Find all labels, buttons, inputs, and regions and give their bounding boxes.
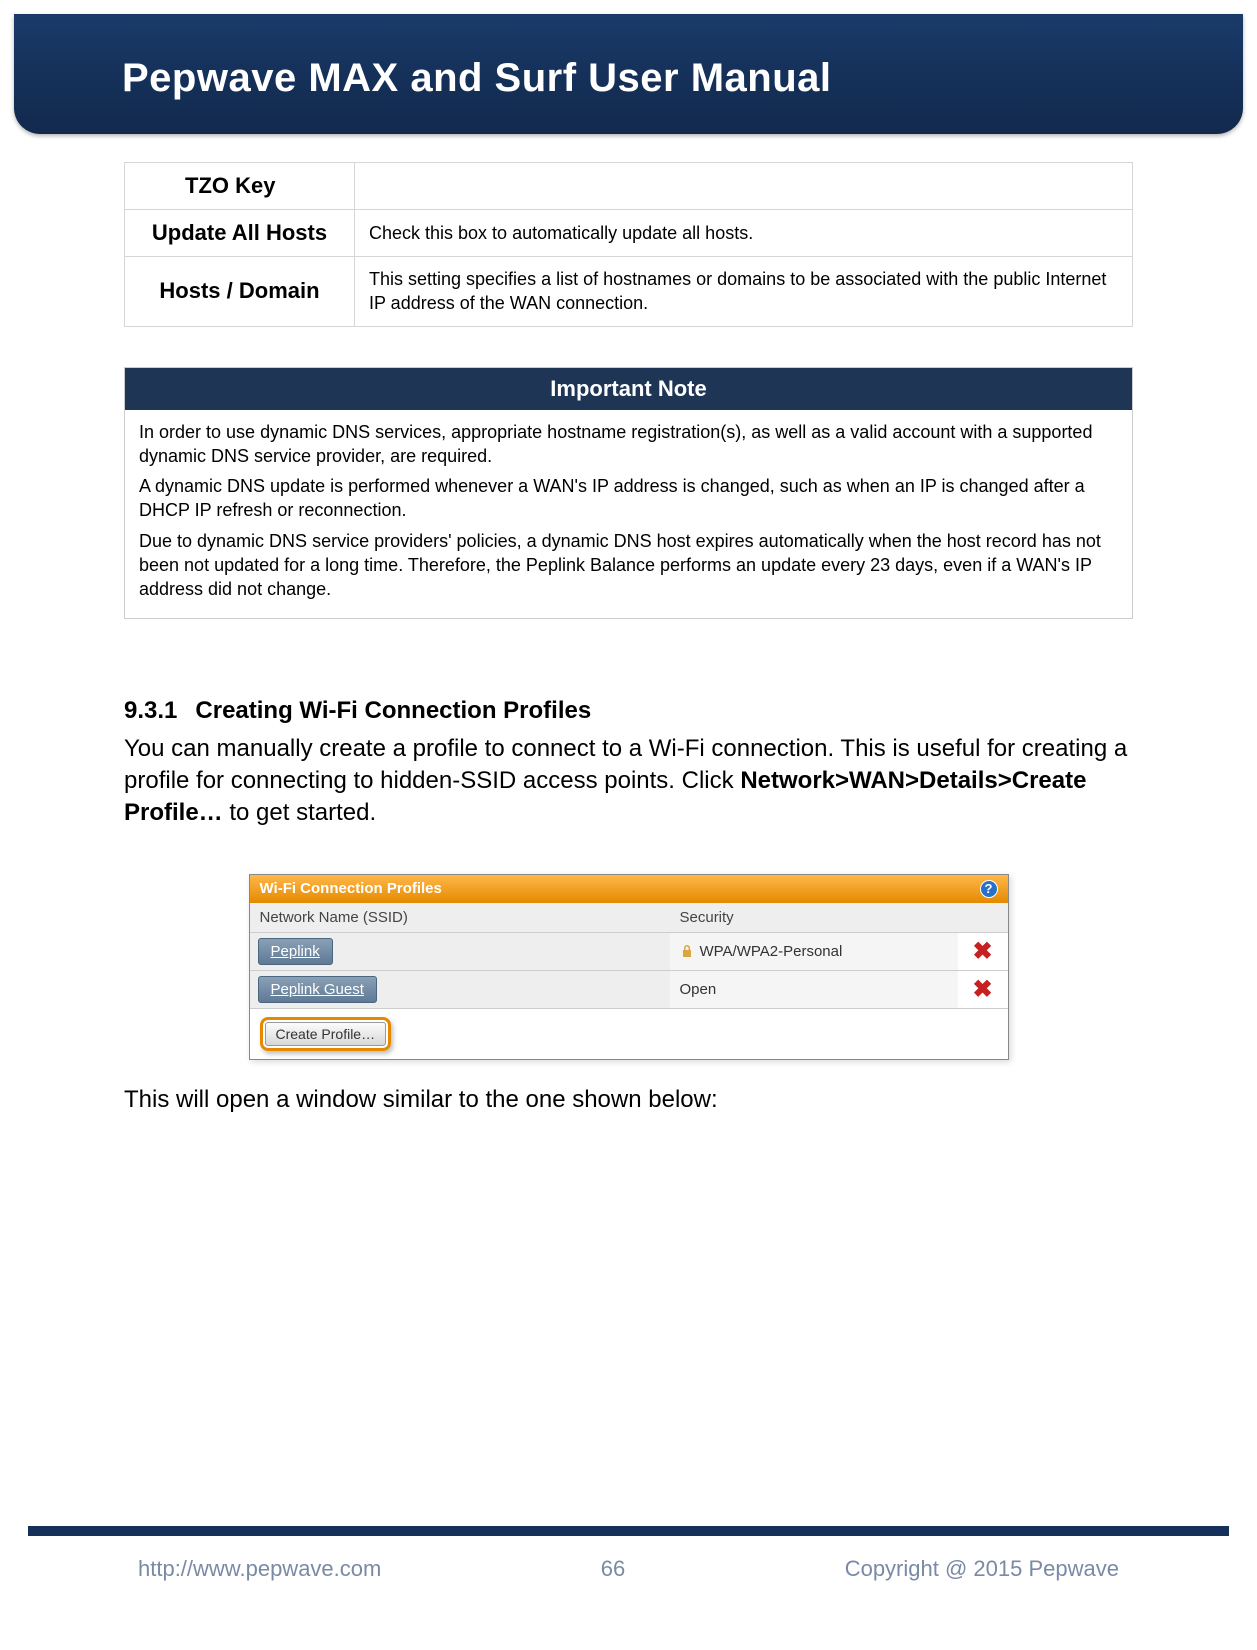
page-title: Pepwave MAX and Surf User Manual bbox=[14, 14, 1243, 101]
col-header-ssid: Network Name (SSID) bbox=[250, 903, 670, 932]
note-paragraph: In order to use dynamic DNS services, ap… bbox=[139, 420, 1118, 469]
important-note-box: Important Note In order to use dynamic D… bbox=[124, 367, 1133, 619]
note-paragraph: Due to dynamic DNS service providers' po… bbox=[139, 529, 1118, 602]
page-footer: http://www.pepwave.com 66 Copyright @ 20… bbox=[28, 1526, 1229, 1582]
note-body: In order to use dynamic DNS services, ap… bbox=[125, 410, 1132, 618]
wifi-connection-profiles-panel: Wi-Fi Connection Profiles ? Network Name… bbox=[249, 874, 1009, 1060]
table-row: Hosts / Domain This setting specifies a … bbox=[125, 257, 1133, 327]
lock-icon bbox=[680, 944, 694, 958]
help-icon[interactable]: ? bbox=[980, 880, 998, 898]
intro-text-b: to get started. bbox=[223, 799, 376, 826]
section-after-text: This will open a window similar to the o… bbox=[124, 1086, 1133, 1114]
wifi-panel-header: Wi-Fi Connection Profiles ? bbox=[250, 875, 1008, 903]
setting-desc-update-all-hosts: Check this box to automatically update a… bbox=[355, 210, 1133, 257]
footer-url: http://www.pepwave.com bbox=[138, 1556, 381, 1582]
col-header-actions bbox=[958, 903, 1008, 932]
setting-label-update-all-hosts: Update All Hosts bbox=[125, 210, 355, 257]
header-bar: Pepwave MAX and Surf User Manual bbox=[14, 14, 1243, 134]
section-heading: 9.3.1 Creating Wi-Fi Connection Profiles bbox=[124, 697, 1133, 725]
footer-copyright: Copyright @ 2015 Pepwave bbox=[845, 1556, 1119, 1582]
setting-desc-hosts-domain: This setting specifies a list of hostnam… bbox=[355, 257, 1133, 327]
wifi-columns-row: Network Name (SSID) Security bbox=[250, 903, 1008, 933]
wifi-security-value: WPA/WPA2-Personal bbox=[700, 943, 843, 960]
wifi-profile-link[interactable]: Peplink bbox=[258, 938, 333, 965]
section-intro: You can manually create a profile to con… bbox=[124, 733, 1133, 830]
setting-label-hosts-domain: Hosts / Domain bbox=[125, 257, 355, 327]
create-profile-button[interactable]: Create Profile… bbox=[265, 1022, 387, 1046]
section-title: Creating Wi-Fi Connection Profiles bbox=[195, 697, 591, 725]
table-row: Update All Hosts Check this box to autom… bbox=[125, 210, 1133, 257]
col-header-security: Security bbox=[670, 903, 958, 932]
create-profile-highlight: Create Profile… bbox=[260, 1017, 392, 1051]
wifi-profile-link[interactable]: Peplink Guest bbox=[258, 976, 377, 1003]
wifi-panel-title: Wi-Fi Connection Profiles bbox=[260, 880, 442, 897]
settings-table: TZO Key Update All Hosts Check this box … bbox=[124, 162, 1133, 327]
note-header: Important Note bbox=[125, 368, 1132, 410]
footer-page-number: 66 bbox=[601, 1556, 625, 1582]
wifi-profile-row: Peplink WPA/WPA2-Personal ✖ bbox=[250, 933, 1008, 971]
delete-icon[interactable]: ✖ bbox=[972, 975, 992, 1004]
wifi-security-value: Open bbox=[680, 981, 717, 998]
section-number: 9.3.1 bbox=[124, 697, 177, 725]
wifi-profile-row: Peplink Guest Open ✖ bbox=[250, 971, 1008, 1009]
note-paragraph: A dynamic DNS update is performed whenev… bbox=[139, 474, 1118, 523]
wifi-panel-footer: Create Profile… bbox=[250, 1009, 1008, 1059]
table-row: TZO Key bbox=[125, 163, 1133, 210]
setting-label-tzo-key: TZO Key bbox=[125, 163, 355, 210]
delete-icon[interactable]: ✖ bbox=[972, 937, 992, 966]
setting-desc-empty bbox=[355, 163, 1133, 210]
